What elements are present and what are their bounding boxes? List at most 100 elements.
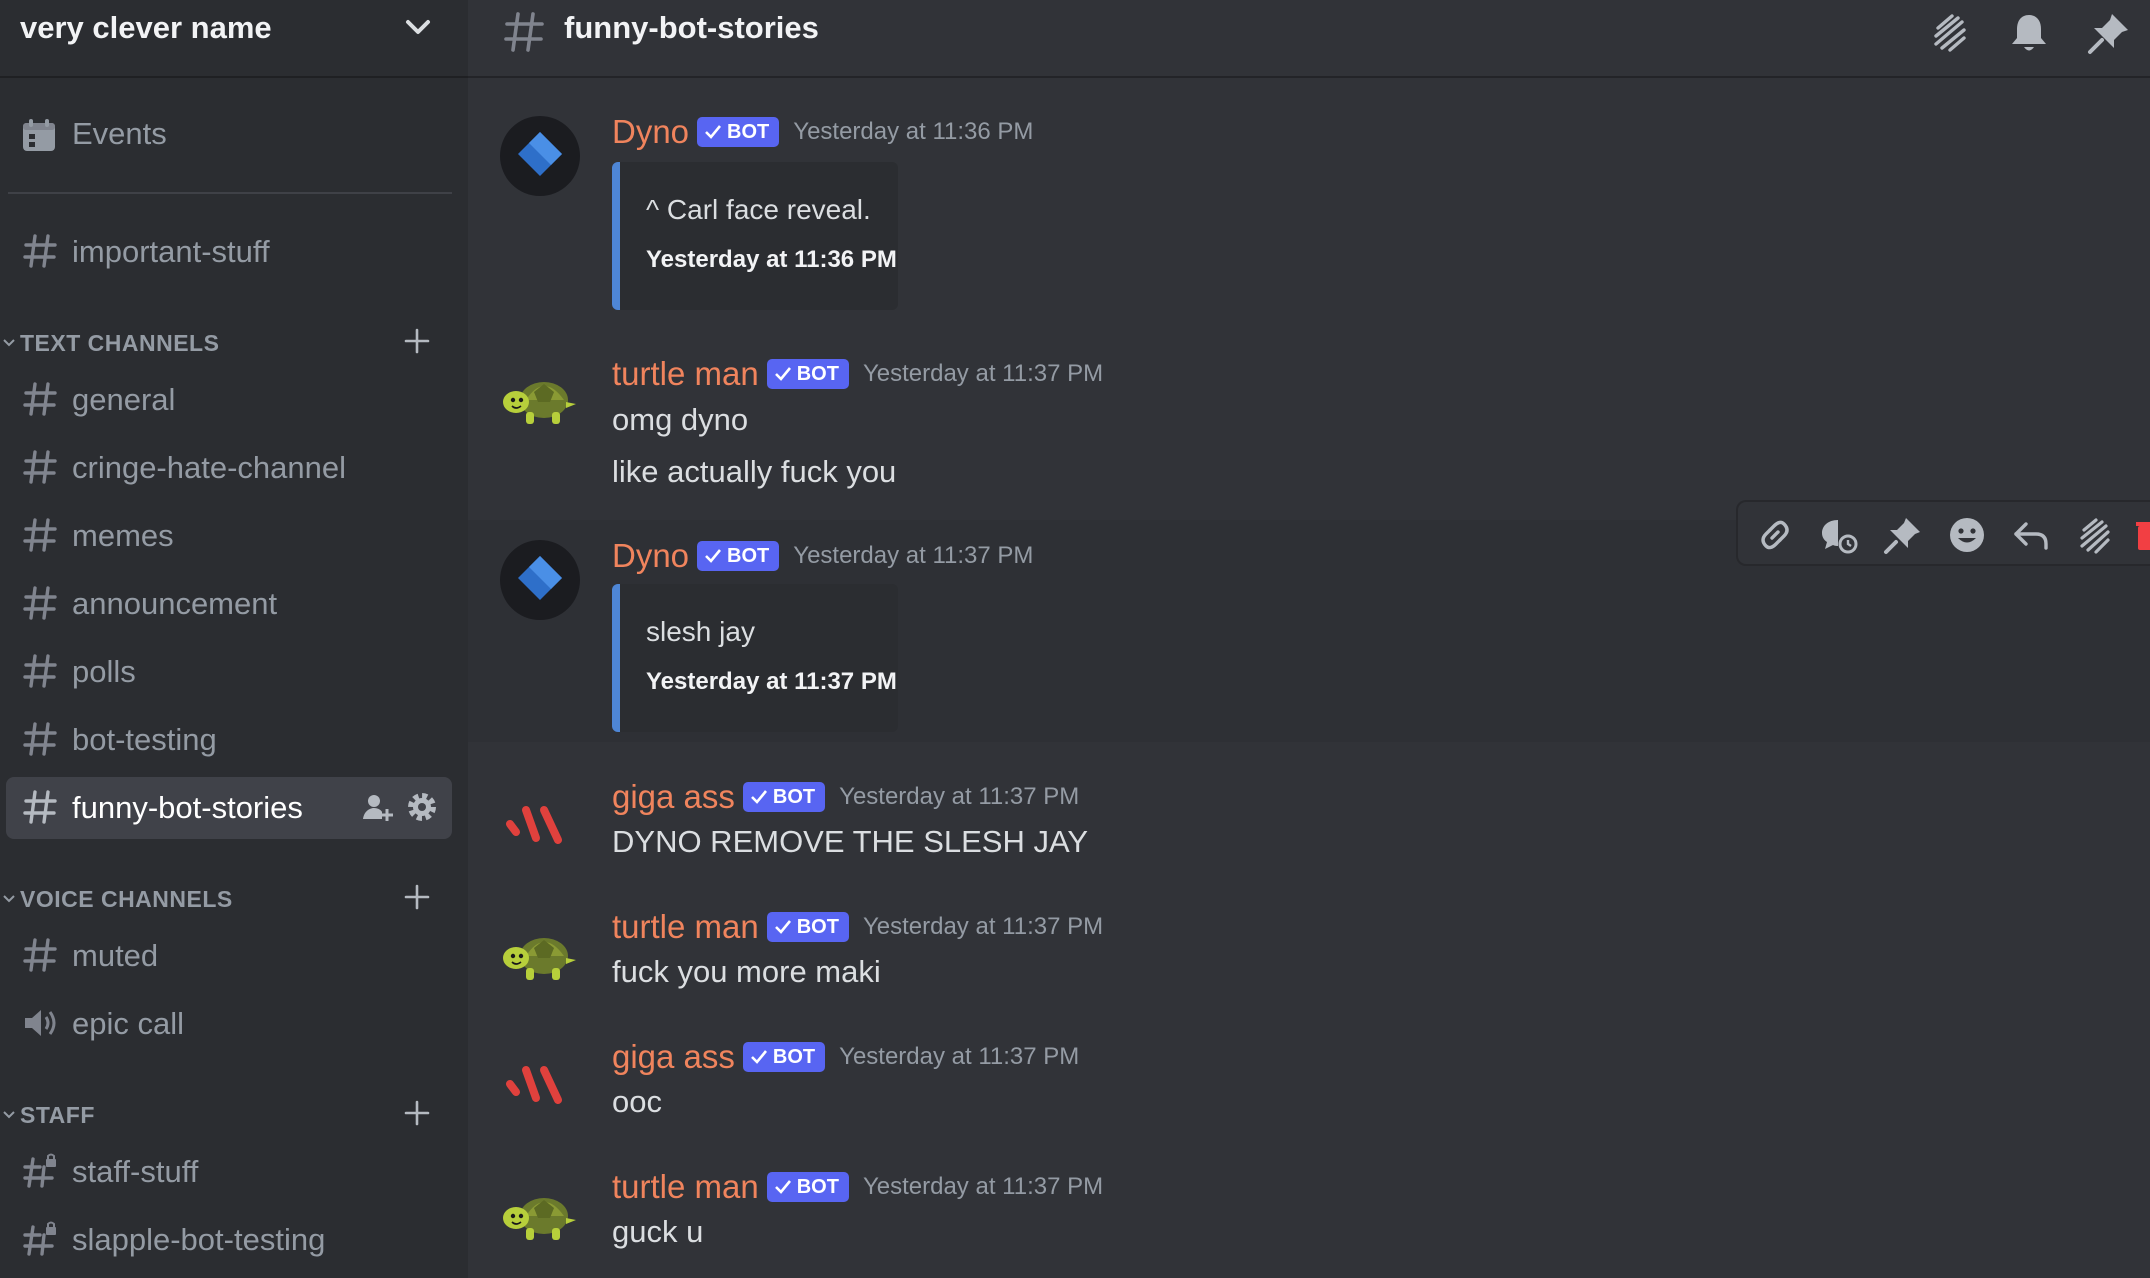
bot-badge: BOT xyxy=(697,541,780,571)
threads-icon[interactable] xyxy=(2074,514,2116,556)
events-item[interactable]: Events xyxy=(20,110,320,160)
timestamp[interactable]: Yesterday at 11:37 PM xyxy=(863,1173,1103,1200)
channel-label: epic call xyxy=(72,1006,184,1041)
username[interactable]: giga ass xyxy=(612,778,735,815)
chevron-down-icon[interactable] xyxy=(402,16,434,40)
channel-label: bot-testing xyxy=(72,722,217,757)
category-text-channels[interactable]: TEXT CHANNELS xyxy=(0,322,468,362)
timestamp[interactable]: Yesterday at 11:37 PM xyxy=(863,360,1103,387)
hash-icon xyxy=(23,586,57,620)
bot-badge-label: BOT xyxy=(796,1176,839,1198)
verified-check-icon xyxy=(751,1050,767,1064)
giga-avatar[interactable] xyxy=(500,1044,580,1124)
gear-icon[interactable] xyxy=(406,791,438,823)
verified-check-icon xyxy=(774,367,791,381)
embed-footer-time: Yesterday at 11:37 PM xyxy=(646,668,897,695)
hash-icon xyxy=(504,12,544,52)
message-header: Dyno BOT Yesterday at 11:36 PM xyxy=(612,113,1033,153)
timestamp[interactable]: Yesterday at 11:37 PM xyxy=(863,913,1103,940)
bell-icon[interactable] xyxy=(2006,10,2052,56)
username[interactable]: Dyno xyxy=(612,537,689,574)
sidebar-item-muted[interactable]: muted xyxy=(6,925,452,987)
category-staff[interactable]: STAFF xyxy=(0,1094,468,1134)
message-content: DYNO REMOVE THE SLESH JAY xyxy=(612,824,1089,859)
chat-area: funny-bot-stories Dyno BOT Yesterday at 11… xyxy=(468,0,2150,1278)
add-thread-icon[interactable] xyxy=(1818,514,1860,556)
bot-badge-label: BOT xyxy=(772,786,816,808)
copy-link-icon[interactable] xyxy=(1754,514,1796,556)
channel-title: funny-bot-stories xyxy=(564,10,819,45)
message-header: Dyno BOT Yesterday at 11:37 PM xyxy=(612,537,1033,577)
embed-text: ^ Carl face reveal. xyxy=(646,194,871,225)
channel-header: funny-bot-stories xyxy=(468,0,2150,78)
username[interactable]: turtle man xyxy=(612,1168,759,1205)
delete-icon[interactable] xyxy=(2134,514,2150,556)
hash-icon xyxy=(23,938,57,972)
hash-icon xyxy=(23,234,57,268)
message-header: giga ass BOT Yesterday at 11:37 PM xyxy=(612,1038,1079,1078)
calendar-icon xyxy=(23,119,55,151)
add-channel-icon[interactable] xyxy=(402,326,432,356)
message-content: guck u xyxy=(612,1214,704,1249)
username[interactable]: turtle man xyxy=(612,908,759,945)
channel-label: funny-bot-stories xyxy=(72,790,303,825)
category-voice-channels[interactable]: VOICE CHANNELS xyxy=(0,878,468,918)
locked-hash-icon xyxy=(23,1153,56,1188)
giga-avatar[interactable] xyxy=(500,784,580,864)
bot-badge-label: BOT xyxy=(796,363,839,385)
bot-badge-label: BOT xyxy=(727,121,770,143)
timestamp[interactable]: Yesterday at 11:37 PM xyxy=(793,542,1033,569)
sidebar-item-funny-bot-stories[interactable]: funny-bot-stories xyxy=(6,777,452,839)
timestamp[interactable]: Yesterday at 11:36 PM xyxy=(793,118,1033,145)
pin-icon[interactable] xyxy=(2086,10,2132,56)
username[interactable]: giga ass xyxy=(612,1038,735,1075)
sidebar-item-epic-call[interactable]: epic call xyxy=(6,993,452,1055)
add-reaction-icon[interactable] xyxy=(1946,514,1988,556)
sidebar-item-general[interactable]: general xyxy=(6,369,452,431)
bot-badge-label: BOT xyxy=(727,545,770,567)
sidebar-item-staff-stuff[interactable]: staff-stuff xyxy=(6,1141,452,1203)
sidebar-item-announcement[interactable]: announcement xyxy=(6,573,452,635)
turtle-avatar[interactable] xyxy=(500,1174,580,1254)
channel-label: polls xyxy=(72,654,136,689)
message-content: fuck you more maki xyxy=(612,954,881,989)
hash-icon xyxy=(23,790,57,824)
message-item: Dyno BOT Yesterday at 11:36 PM ^ Carl face… xyxy=(468,100,2150,320)
sidebar-item-memes[interactable]: memes xyxy=(6,505,452,567)
sidebar-item-important-stuff[interactable]: important-stuff xyxy=(6,221,452,283)
verified-check-icon xyxy=(774,1180,791,1194)
reply-icon[interactable] xyxy=(2010,514,2052,556)
server-header[interactable]: very clever name xyxy=(0,0,468,78)
locked-hash-icon xyxy=(23,1221,56,1256)
category-label: VOICE CHANNELS xyxy=(20,886,233,912)
username[interactable]: turtle man xyxy=(612,355,759,392)
channel-label: important-stuff xyxy=(72,234,270,269)
dyno-avatar[interactable] xyxy=(500,116,580,196)
threads-icon[interactable] xyxy=(1926,10,1972,56)
username[interactable]: Dyno xyxy=(612,113,689,150)
turtle-avatar[interactable] xyxy=(500,914,580,994)
turtle-avatar[interactable] xyxy=(500,358,580,438)
bot-badge: BOT xyxy=(742,1042,826,1072)
dyno-avatar[interactable] xyxy=(500,540,580,620)
hash-icon xyxy=(23,518,57,552)
message-header: turtle man BOT Yesterday at 11:37 PM xyxy=(612,1168,1103,1208)
add-channel-icon[interactable] xyxy=(402,1098,432,1128)
message-item: giga ass BOT Yesterday at 11:37 PM DYNO RE… xyxy=(468,772,2150,882)
message-item: turtle man BOT Yesterday at 11:37 PM guck … xyxy=(468,1162,2150,1278)
sidebar-item-polls[interactable]: polls xyxy=(6,641,452,703)
pin-icon[interactable] xyxy=(1882,514,1924,556)
sidebar-item-slapple-bot-testing[interactable]: slapple-bot-testing xyxy=(6,1209,452,1271)
bot-badge: BOT xyxy=(766,912,849,942)
timestamp[interactable]: Yesterday at 11:37 PM xyxy=(839,783,1079,810)
chevron-down-icon xyxy=(3,339,15,347)
sidebar-item-bot-testing[interactable]: bot-testing xyxy=(6,709,452,771)
sidebar-item-cringe-hate-channel[interactable]: cringe-hate-channel xyxy=(6,437,452,499)
embed-text: slesh jay xyxy=(646,616,755,647)
hash-icon xyxy=(23,722,57,756)
add-channel-icon[interactable] xyxy=(402,882,432,912)
message-content: like actually fuck you xyxy=(612,454,897,489)
invite-user-icon[interactable] xyxy=(362,791,394,823)
speaker-icon xyxy=(25,1010,56,1036)
timestamp[interactable]: Yesterday at 11:37 PM xyxy=(839,1043,1079,1070)
